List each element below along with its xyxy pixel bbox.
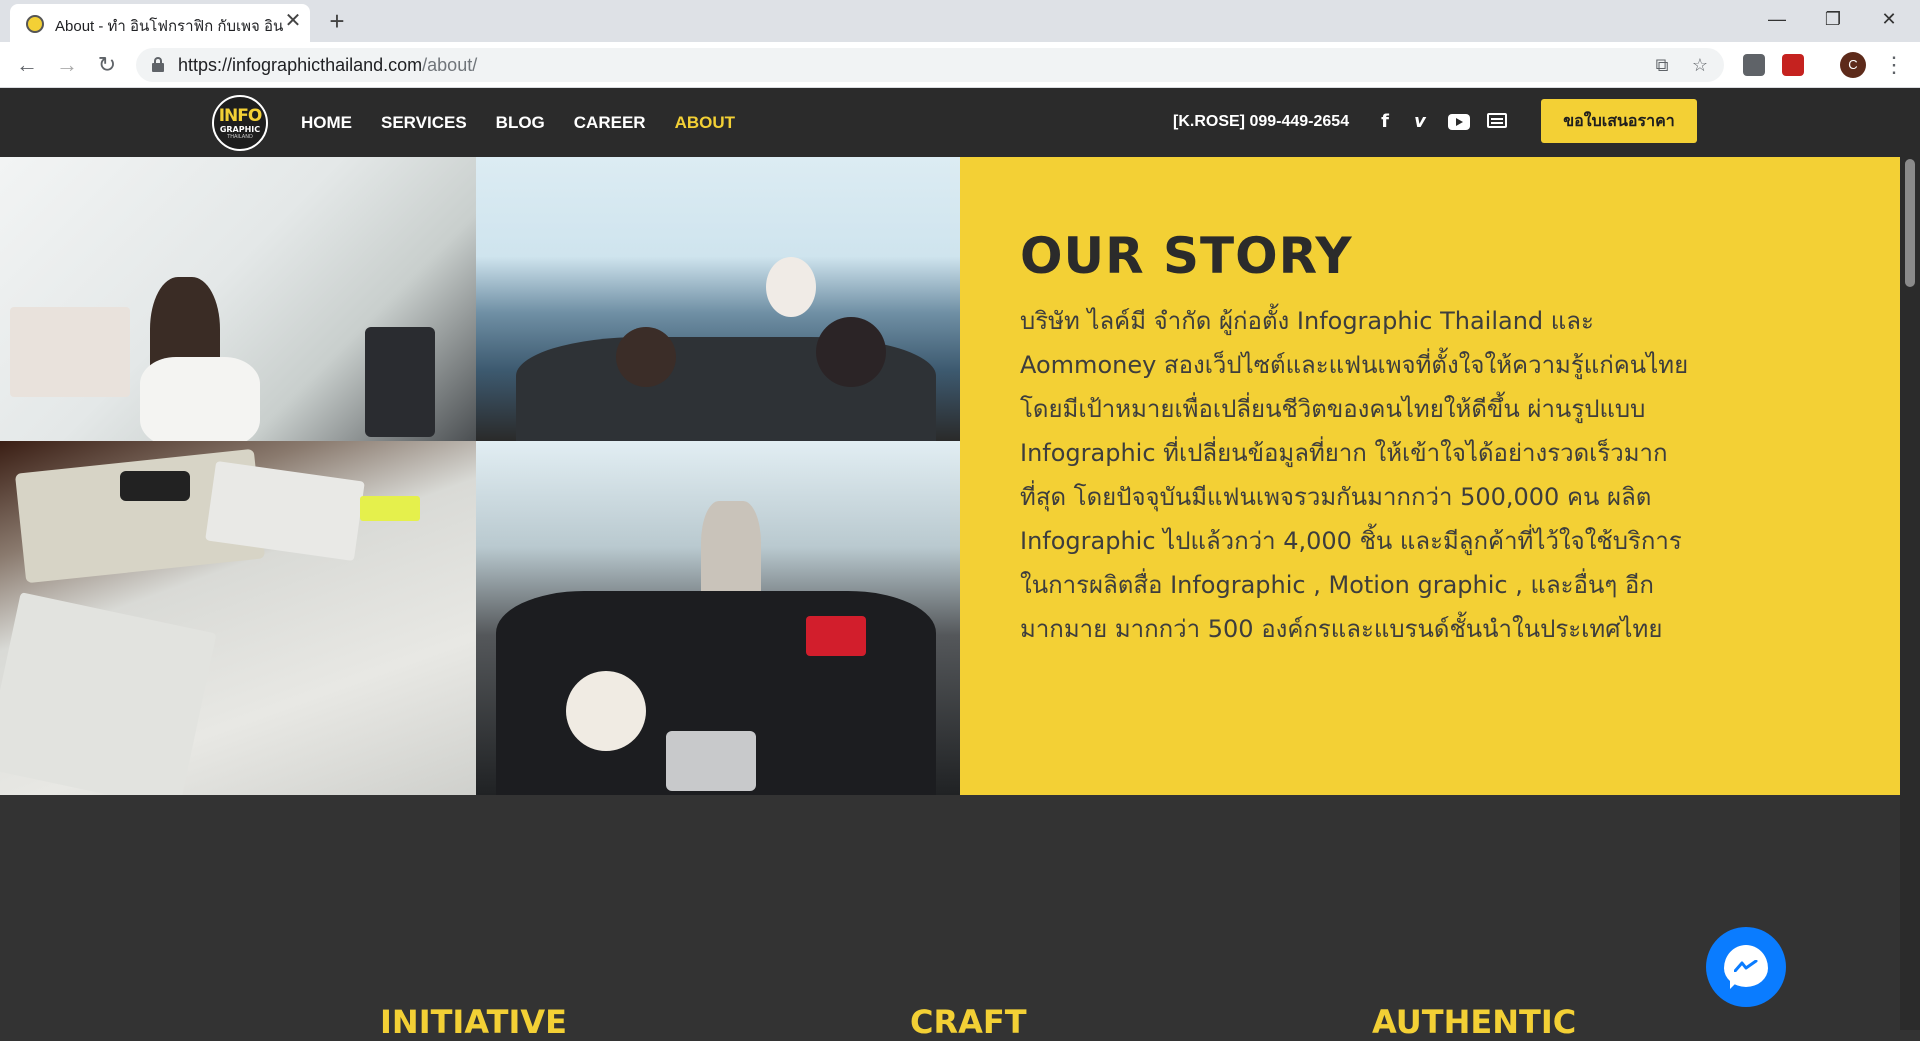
translate-icon[interactable]: ⧉: [1650, 53, 1674, 77]
value-title-authentic: AUTHENTIC: [1372, 1003, 1577, 1041]
pdf-extension-icon[interactable]: [1782, 54, 1804, 76]
photo-office-designer: [0, 157, 476, 441]
browser-toolbar: ← → ↻ https://infographicthailand.com/ab…: [0, 42, 1920, 88]
lock-icon: [152, 57, 164, 72]
messenger-bolt-icon: [1734, 960, 1758, 972]
photo-notebook-sketches: [0, 441, 476, 795]
value-title-initiative: INITIATIVE: [380, 1003, 567, 1041]
close-tab-icon[interactable]: ✕: [282, 10, 304, 32]
blog-feed-icon[interactable]: [1487, 113, 1507, 128]
page-scrollbar[interactable]: [1900, 157, 1920, 1030]
messenger-chat-button[interactable]: [1706, 927, 1786, 1007]
bookmark-star-icon[interactable]: ☆: [1688, 53, 1712, 77]
photo-classroom-workshop: [476, 441, 960, 795]
main-navigation: HOME SERVICES BLOG CAREER ABOUT: [301, 88, 764, 157]
nav-services[interactable]: SERVICES: [381, 113, 467, 133]
profile-avatar[interactable]: C: [1840, 52, 1866, 78]
reload-icon[interactable]: ↻: [92, 50, 122, 80]
youtube-icon[interactable]: [1448, 114, 1470, 130]
maximize-window-button[interactable]: ❐: [1810, 4, 1856, 34]
facebook-icon[interactable]: f: [1373, 110, 1397, 134]
url-path: /about/: [422, 55, 478, 75]
logo-text-bottom: GRAPHIC: [219, 125, 261, 134]
close-window-button[interactable]: ✕: [1866, 4, 1912, 34]
back-arrow-icon[interactable]: ←: [12, 50, 42, 80]
browser-tab[interactable]: About - ทำ อินโฟกราฟิก กับเพจ อินโฟ ✕: [10, 4, 310, 42]
nav-career[interactable]: CAREER: [574, 113, 646, 133]
tab-title: About - ทำ อินโฟกราฟิก กับเพจ อินโฟ: [55, 18, 283, 35]
url-text: https://infographicthailand.com/about/: [178, 55, 477, 76]
photo-team-boat-trip: [476, 157, 960, 441]
line-extension-icon[interactable]: [1743, 54, 1765, 76]
values-section: INITIATIVE CRAFT AUTHENTIC: [0, 795, 1900, 1041]
url-host: https://infographicthailand.com: [178, 55, 423, 75]
story-body: บริษัท ไลค์มี จำกัด ผู้ก่อตั้ง Infograph…: [1020, 307, 1689, 643]
site-favicon-icon: [26, 15, 44, 33]
our-story-panel: OUR STORY บริษัท ไลค์มี จำกัด ผู้ก่อตั้ง…: [960, 157, 1920, 795]
new-tab-button[interactable]: +: [322, 6, 352, 36]
browser-menu-icon[interactable]: ⋮: [1882, 50, 1906, 80]
browser-tab-strip: About - ทำ อินโฟกราฟิก กับเพจ อินโฟ ✕ + …: [0, 0, 1920, 42]
forward-arrow-icon[interactable]: →: [52, 50, 82, 80]
request-quote-button[interactable]: ขอใบเสนอราคา: [1541, 99, 1697, 143]
site-header: INFO GRAPHIC THAILAND HOME SERVICES BLOG…: [0, 88, 1920, 157]
story-title: OUR STORY: [1020, 227, 1353, 285]
nav-blog[interactable]: BLOG: [496, 113, 545, 133]
nav-home[interactable]: HOME: [301, 113, 352, 133]
contact-phone[interactable]: [K.ROSE] 099-449-2654: [1173, 113, 1349, 131]
scrollbar-thumb[interactable]: [1905, 159, 1915, 287]
value-title-craft: CRAFT: [910, 1003, 1027, 1041]
address-bar[interactable]: https://infographicthailand.com/about/ ⧉…: [136, 48, 1724, 82]
nav-about[interactable]: ABOUT: [675, 113, 735, 133]
minimize-window-button[interactable]: —: [1754, 4, 1800, 34]
vimeo-icon[interactable]: v: [1408, 110, 1432, 134]
logo-text-tiny: THAILAND: [227, 134, 253, 140]
logo-text-top: INFO: [218, 106, 263, 126]
site-logo[interactable]: INFO GRAPHIC THAILAND: [212, 95, 268, 151]
